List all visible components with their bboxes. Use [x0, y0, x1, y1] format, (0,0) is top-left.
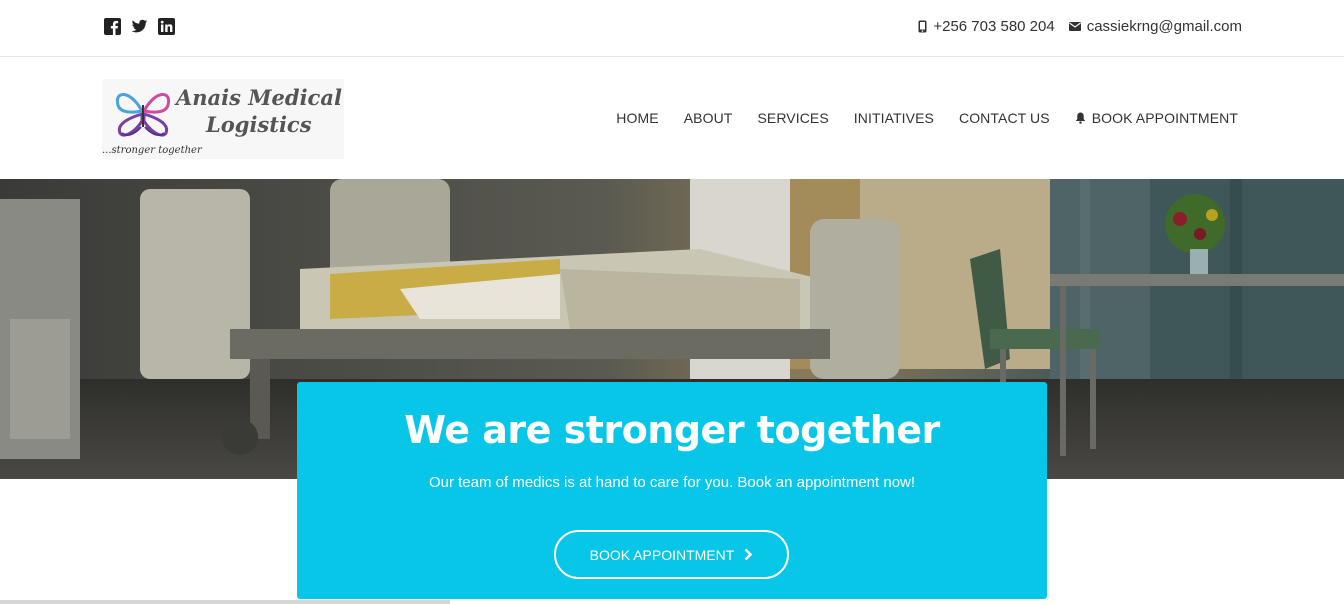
- envelope-icon: [1068, 22, 1081, 31]
- nav-book-appointment[interactable]: BOOK APPOINTMENT: [1075, 110, 1238, 126]
- horizontal-scrollbar[interactable]: [0, 600, 450, 604]
- hero-cta-panel: We are stronger together Our team of med…: [297, 382, 1047, 599]
- nav-book-label: BOOK APPOINTMENT: [1091, 110, 1238, 126]
- social-links: [104, 18, 175, 35]
- bell-icon: [1075, 112, 1085, 124]
- mobile-phone-icon: [918, 20, 927, 33]
- logo-title-line2: Logistics: [206, 112, 312, 137]
- butterfly-logo-icon: [115, 93, 171, 137]
- chevron-right-icon: [744, 548, 753, 561]
- linkedin-icon[interactable]: [158, 18, 175, 35]
- hero-title: We are stronger together: [404, 408, 940, 452]
- main-nav: HOME ABOUT SERVICES INITIATIVES CONTACT …: [591, 110, 1238, 126]
- email-address: cassiekrng@gmail.com: [1086, 18, 1242, 35]
- nav-services[interactable]: SERVICES: [757, 110, 828, 126]
- book-appointment-button[interactable]: BOOK APPOINTMENT: [554, 530, 789, 579]
- nav-home[interactable]: HOME: [616, 110, 658, 126]
- facebook-icon[interactable]: [104, 18, 121, 35]
- site-logo[interactable]: Anais Medical Logistics ...stronger toge…: [102, 79, 344, 159]
- site-header: Anais Medical Logistics ...stronger toge…: [0, 58, 1344, 179]
- email-contact[interactable]: cassiekrng@gmail.com: [1068, 18, 1242, 35]
- top-bar: +256 703 580 204 cassiekrng@gmail.com: [0, 0, 1344, 57]
- nav-initiatives[interactable]: INITIATIVES: [854, 110, 934, 126]
- book-appointment-label: BOOK APPOINTMENT: [589, 546, 735, 563]
- hero-subtitle: Our team of medics is at hand to care fo…: [428, 474, 916, 491]
- twitter-icon[interactable]: [131, 18, 148, 35]
- phone-number: +256 703 580 204: [933, 18, 1055, 35]
- logo-tagline: ...stronger together: [102, 145, 202, 156]
- contact-info: +256 703 580 204 cassiekrng@gmail.com: [904, 18, 1242, 35]
- logo-title-line1: Anais Medical: [176, 85, 342, 110]
- nav-about[interactable]: ABOUT: [684, 110, 733, 126]
- nav-contact-us[interactable]: CONTACT US: [959, 110, 1050, 126]
- phone-contact[interactable]: +256 703 580 204: [918, 18, 1055, 35]
